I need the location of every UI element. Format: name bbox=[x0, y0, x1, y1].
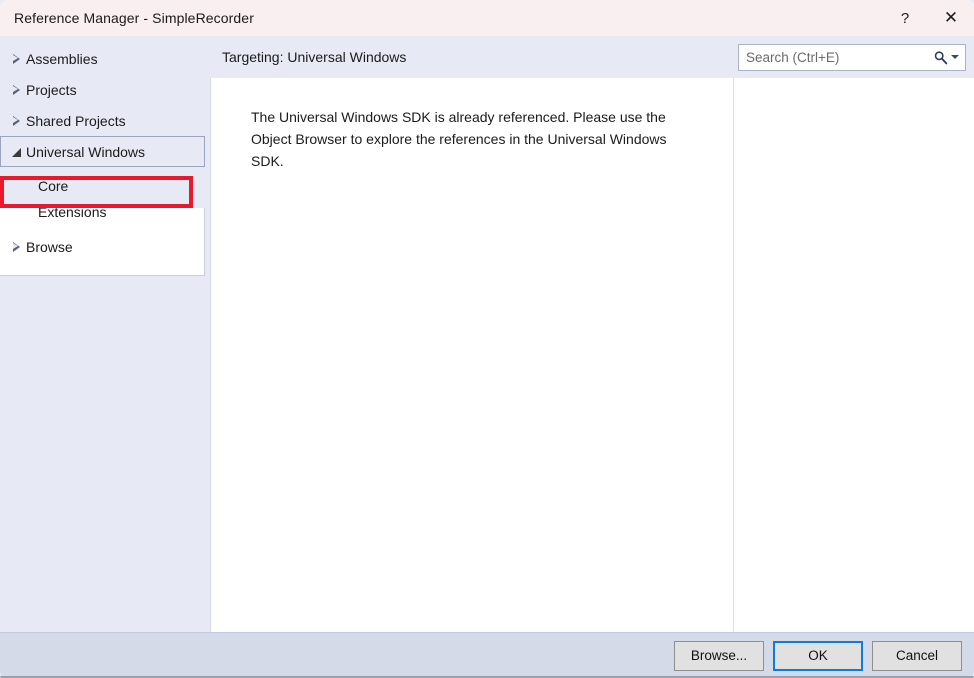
chevron-right-icon bbox=[6, 241, 26, 252]
sidebar-item-projects[interactable]: Projects bbox=[0, 74, 210, 105]
sidebar-item-label: Shared Projects bbox=[26, 112, 126, 129]
window-title: Reference Manager - SimpleRecorder bbox=[14, 10, 254, 26]
content-main-panel: The Universal Windows SDK is already ref… bbox=[211, 78, 734, 632]
chevron-right-icon bbox=[6, 53, 26, 64]
targeting-label: Targeting: Universal Windows bbox=[222, 49, 407, 65]
chevron-right-icon bbox=[6, 115, 26, 126]
title-bar: Reference Manager - SimpleRecorder ? ✕ bbox=[0, 0, 974, 36]
search-input[interactable] bbox=[746, 49, 929, 65]
right-pane: Targeting: Universal Windows Search (Ctr… bbox=[210, 36, 974, 632]
chevron-right-icon bbox=[6, 84, 26, 95]
chevron-down-icon[interactable] bbox=[951, 55, 959, 59]
sidebar-item-label: Assemblies bbox=[26, 50, 98, 67]
cancel-button[interactable]: Cancel bbox=[872, 640, 962, 671]
ok-button[interactable]: OK bbox=[773, 640, 863, 671]
sidebar-item-label: Projects bbox=[26, 81, 77, 98]
dialog-footer: Browse... OK Cancel bbox=[0, 632, 974, 678]
sidebar-item-browse[interactable]: Browse bbox=[0, 231, 210, 262]
sidebar-item-label: Universal Windows bbox=[26, 143, 146, 160]
help-button[interactable]: ? bbox=[882, 0, 928, 36]
close-button[interactable]: ✕ bbox=[928, 0, 974, 36]
sidebar-item-assemblies[interactable]: Assemblies bbox=[0, 43, 210, 74]
browse-button[interactable]: Browse... bbox=[674, 640, 764, 671]
reference-manager-dialog: Reference Manager - SimpleRecorder ? ✕ A… bbox=[0, 0, 974, 678]
chevron-down-icon bbox=[6, 147, 26, 157]
content-detail-panel bbox=[734, 78, 974, 632]
sidebar-subitem-extensions[interactable]: Extensions bbox=[0, 199, 210, 225]
dialog-upper: Assemblies Projects Shared Projects Univ… bbox=[0, 36, 974, 632]
sidebar-subitem-core[interactable]: Core bbox=[0, 173, 210, 199]
sidebar-item-universal-windows[interactable]: Universal Windows bbox=[0, 136, 205, 167]
tree-items: Assemblies Projects Shared Projects Univ… bbox=[0, 36, 210, 262]
content-header: Targeting: Universal Windows bbox=[210, 36, 974, 78]
sidebar-item-shared-projects[interactable]: Shared Projects bbox=[0, 105, 210, 136]
content-message: The Universal Windows SDK is already ref… bbox=[251, 109, 667, 169]
sidebar-item-label: Browse bbox=[26, 238, 73, 255]
sidebar-subitems: Core Extensions bbox=[0, 167, 210, 231]
search-box[interactable] bbox=[738, 43, 966, 71]
content-area: The Universal Windows SDK is already ref… bbox=[210, 78, 974, 632]
search-icon[interactable] bbox=[933, 50, 948, 65]
category-tree: Assemblies Projects Shared Projects Univ… bbox=[0, 36, 210, 632]
dialog-body: Assemblies Projects Shared Projects Univ… bbox=[0, 36, 974, 678]
